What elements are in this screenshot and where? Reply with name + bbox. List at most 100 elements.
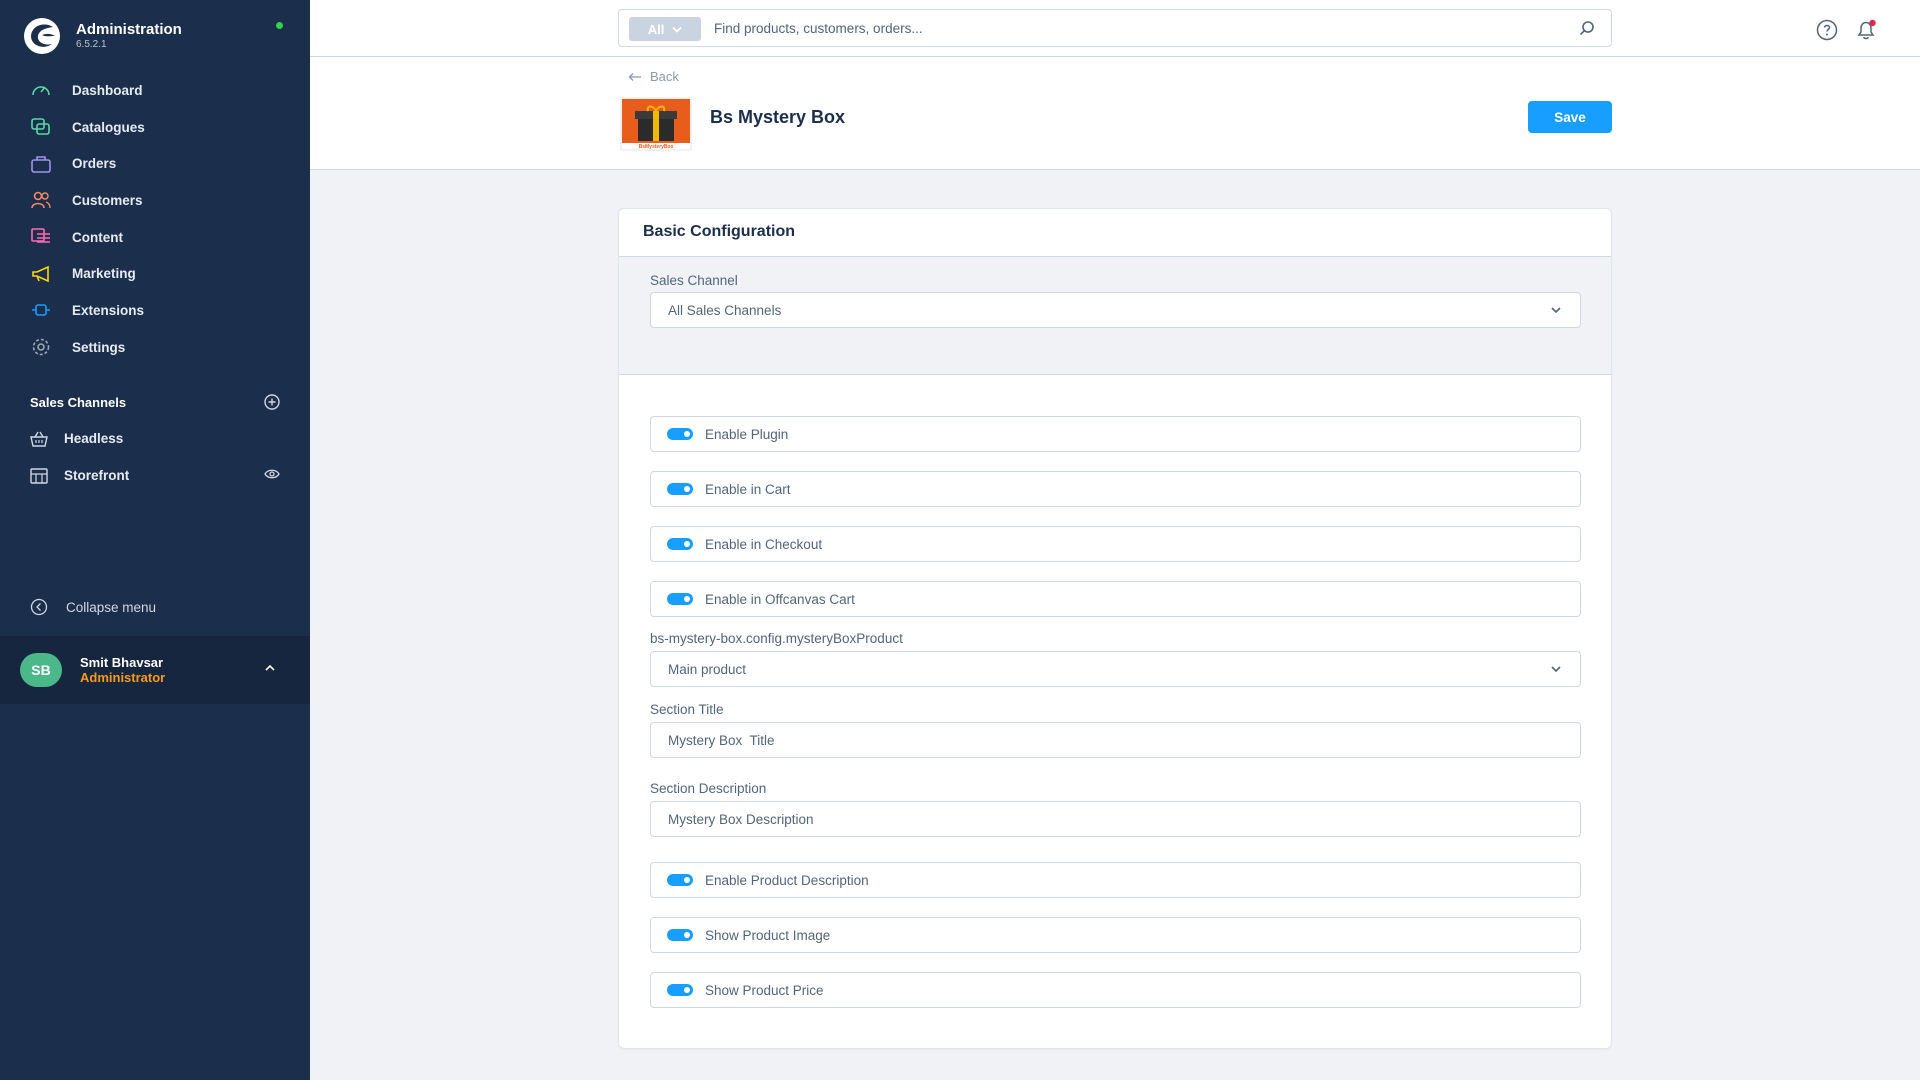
sidebar-item-label: Customers	[72, 192, 143, 208]
collapse-menu-label: Collapse menu	[66, 599, 157, 615]
svg-text:?: ?	[652, 123, 659, 137]
section-description-input[interactable]	[650, 801, 1581, 837]
card-title: Basic Configuration	[643, 223, 796, 240]
toggle-label: Enable in Cart	[705, 481, 791, 497]
sidebar-nav: Dashboard Catalogues Orders Customers Co…	[0, 72, 310, 366]
toggle-switch[interactable]	[667, 874, 693, 886]
enable-plugin-toggle[interactable]: Enable Plugin	[650, 416, 1581, 452]
page-header: Back ? BsMysteryBox Bs Mystery Box Save	[310, 57, 1920, 170]
section-title-label: Section Title	[650, 702, 724, 717]
toggle-label: Show Product Image	[705, 927, 831, 943]
basic-configuration-card: Basic Configuration Sales Channel All Sa…	[618, 208, 1612, 1049]
thumb-brand-text: BsMysteryBox	[639, 144, 674, 150]
section-title-input[interactable]	[650, 722, 1581, 758]
collapse-icon	[30, 598, 48, 616]
eye-icon[interactable]	[264, 468, 280, 480]
sidebar-item-content[interactable]: Content	[0, 219, 310, 256]
sidebar-item-dashboard[interactable]: Dashboard	[0, 72, 310, 109]
sidebar-item-label: Settings	[72, 339, 126, 355]
sidebar-item-label: Marketing	[72, 266, 136, 282]
basket-icon	[30, 431, 48, 447]
sidebar-item-label: Extensions	[72, 302, 145, 318]
help-icon[interactable]	[1816, 19, 1838, 41]
save-button[interactable]: Save	[1528, 101, 1612, 133]
chevron-down-icon	[1551, 307, 1561, 314]
toggle-label: Enable in Offcanvas Cart	[705, 591, 855, 607]
sales-channel-label: Storefront	[64, 468, 130, 483]
add-sales-channel-icon[interactable]	[264, 394, 280, 410]
customers-icon	[30, 189, 52, 211]
chevron-down-icon	[1551, 666, 1561, 673]
sales-channel-label: Headless	[64, 431, 124, 446]
sidebar-item-label: Orders	[72, 156, 117, 172]
enable-in-offcanvas-cart-toggle[interactable]: Enable in Offcanvas Cart	[650, 581, 1581, 617]
back-link[interactable]: Back	[628, 69, 679, 84]
toggle-switch[interactable]	[667, 483, 693, 495]
toggle-switch[interactable]	[667, 593, 693, 605]
content-icon	[30, 226, 52, 248]
dashboard-icon	[30, 79, 52, 101]
sidebar-item-settings[interactable]: Settings	[0, 329, 310, 366]
sales-channel-storefront[interactable]: Storefront	[0, 457, 310, 494]
sidebar-item-extensions[interactable]: Extensions	[0, 292, 310, 329]
chevron-down-icon	[672, 26, 682, 33]
user-role: Administrator	[80, 670, 166, 685]
search-input[interactable]	[714, 10, 1554, 46]
sidebar-item-label: Content	[72, 229, 123, 245]
show-product-price-toggle[interactable]: Show Product Price	[650, 972, 1581, 1008]
toggle-label: Enable Plugin	[705, 426, 789, 442]
sales-channel-label: Sales Channel	[650, 273, 738, 288]
search-type-select[interactable]: All	[629, 17, 701, 41]
sidebar-item-marketing[interactable]: Marketing	[0, 255, 310, 292]
page-title: Bs Mystery Box	[710, 107, 846, 127]
sales-channel-select[interactable]: All Sales Channels	[650, 292, 1581, 328]
status-indicator	[276, 22, 283, 29]
section-description-label: Section Description	[650, 781, 767, 796]
toggle-switch[interactable]	[667, 929, 693, 941]
toggle-label: Enable Product Description	[705, 872, 869, 888]
chevron-up-icon[interactable]	[264, 664, 276, 672]
sidebar-item-label: Catalogues	[72, 119, 145, 135]
user-panel[interactable]: SB Smit Bhavsar Administrator	[0, 636, 310, 704]
sales-channel-headless[interactable]: Headless	[0, 420, 310, 457]
mystery-box-product-select[interactable]: Main product	[650, 651, 1581, 687]
sales-channel-value: All Sales Channels	[668, 302, 782, 318]
app-title: Administration	[76, 21, 182, 38]
catalogue-icon	[30, 116, 52, 138]
marketing-icon	[30, 263, 52, 285]
global-search: All	[618, 9, 1612, 47]
enable-in-checkout-toggle[interactable]: Enable in Checkout	[650, 526, 1581, 562]
mystery-box-product-value: Main product	[668, 661, 747, 677]
storefront-icon	[30, 467, 48, 484]
shopware-logo[interactable]	[22, 16, 62, 56]
mystery-box-product-label: bs-mystery-box.config.mysteryBoxProduct	[650, 631, 903, 646]
enable-in-cart-toggle[interactable]: Enable in Cart	[650, 471, 1581, 507]
sidebar-item-catalogues[interactable]: Catalogues	[0, 109, 310, 146]
avatar: SB	[20, 653, 62, 687]
search-type-label: All	[647, 21, 665, 37]
search-icon[interactable]	[1579, 20, 1595, 36]
sidebar: Administration 6.5.2.1 Dashboard Catalog…	[0, 0, 310, 1080]
sidebar-item-label: Dashboard	[72, 82, 143, 98]
toggle-label: Show Product Price	[705, 982, 824, 998]
sales-channels-title: Sales Channels	[30, 394, 127, 410]
sales-channel-section: Sales Channel All Sales Channels	[619, 257, 1611, 375]
enable-product-description-toggle[interactable]: Enable Product Description	[650, 862, 1581, 898]
sales-channel-list: Headless Storefront	[0, 420, 310, 494]
toggle-switch[interactable]	[667, 428, 693, 440]
top-bar: All	[310, 0, 1920, 57]
app-version: 6.5.2.1	[76, 39, 107, 50]
product-image: ? BsMysteryBox	[620, 97, 692, 151]
notifications-bell-icon[interactable]	[1854, 18, 1878, 42]
orders-icon	[30, 153, 52, 175]
toggle-switch[interactable]	[667, 984, 693, 996]
sidebar-item-orders[interactable]: Orders	[0, 145, 310, 182]
toggle-label: Enable in Checkout	[705, 536, 823, 552]
extensions-icon	[30, 299, 52, 321]
arrow-left-icon	[628, 72, 641, 81]
collapse-menu-button[interactable]: Collapse menu	[30, 598, 156, 616]
show-product-image-toggle[interactable]: Show Product Image	[650, 917, 1581, 953]
toggle-switch[interactable]	[667, 538, 693, 550]
sidebar-item-customers[interactable]: Customers	[0, 182, 310, 219]
user-name: Smit Bhavsar	[80, 655, 164, 670]
